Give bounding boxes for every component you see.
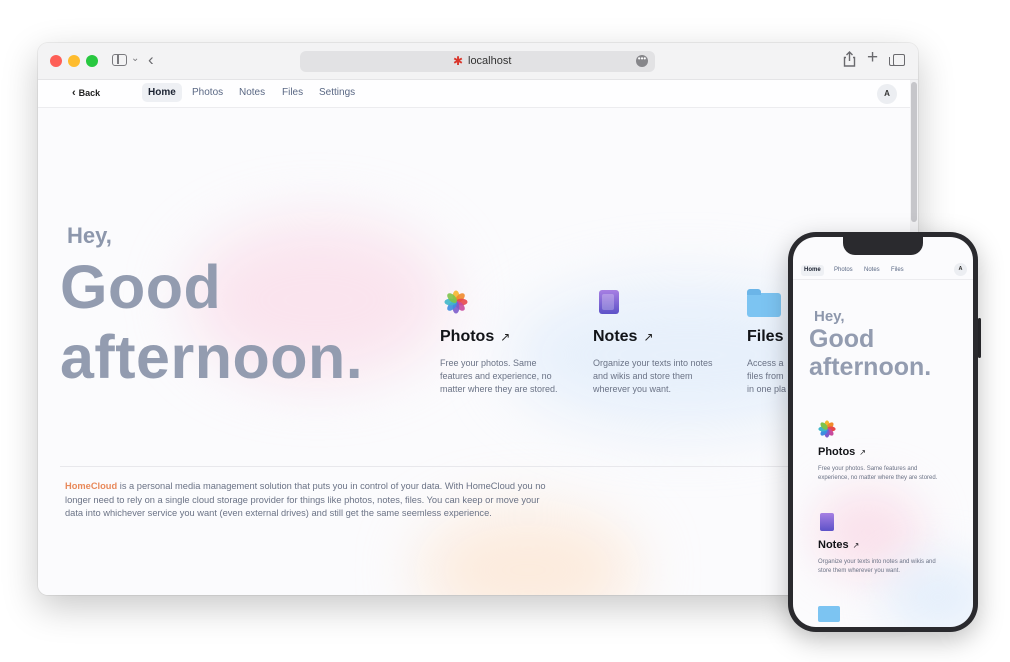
url-text: localhost bbox=[468, 55, 512, 67]
app-navbar: ‹ Back Home Photos Notes Files Settings A bbox=[38, 80, 910, 108]
greeting-title: Good afternoon. bbox=[60, 252, 363, 392]
sidebar-toggle-icon[interactable] bbox=[112, 54, 127, 66]
tab-photos[interactable]: Photos bbox=[186, 83, 229, 102]
page-menu-icon[interactable]: ••• bbox=[636, 55, 648, 67]
about-body: is a personal media management solution … bbox=[65, 481, 546, 519]
phone-greeting-line-2: afternoon. bbox=[809, 353, 932, 381]
browser-back-icon[interactable]: ‹ bbox=[148, 50, 154, 70]
avatar[interactable]: A bbox=[877, 84, 897, 104]
phone-greeting-title: Good afternoon. bbox=[809, 325, 931, 381]
browser-window: ⌄ ‹ ✱ localhost ••• + ‹ Back Home Photos … bbox=[38, 43, 918, 595]
zoom-window-button[interactable] bbox=[86, 55, 98, 67]
phone-tab-home[interactable]: Home bbox=[801, 265, 824, 276]
greeting-line-1: Good bbox=[60, 253, 222, 321]
about-text: HomeCloud is a personal media management… bbox=[65, 480, 560, 521]
phone-notes-title-text: Notes bbox=[818, 539, 849, 551]
tab-home[interactable]: Home bbox=[142, 83, 182, 102]
phone-notch bbox=[843, 237, 923, 255]
section-divider bbox=[60, 466, 910, 467]
notes-icon bbox=[820, 513, 834, 531]
page-viewport: ‹ Back Home Photos Notes Files Settings A… bbox=[38, 80, 918, 595]
photos-title-text: Photos bbox=[440, 328, 495, 345]
back-button[interactable]: ‹ Back bbox=[72, 87, 100, 99]
tab-settings[interactable]: Settings bbox=[313, 83, 361, 102]
photos-icon bbox=[818, 420, 836, 438]
phone-avatar[interactable]: A bbox=[954, 263, 967, 276]
browser-toolbar: ⌄ ‹ ✱ localhost ••• + bbox=[38, 43, 918, 80]
notes-card-title: Notes ↗ bbox=[593, 328, 654, 346]
arrow-up-right-icon: ↗ bbox=[500, 330, 511, 344]
folder-icon bbox=[818, 606, 840, 622]
phone-notes-title: Notes ↗ bbox=[818, 539, 859, 551]
greeting-hey: Hey, bbox=[67, 223, 112, 248]
notes-title-text: Notes bbox=[593, 328, 638, 345]
phone-greeting-line-1: Good bbox=[809, 325, 875, 353]
arrow-up-right-icon: ↗ bbox=[859, 448, 866, 457]
greeting-line-2: afternoon. bbox=[60, 323, 364, 391]
notes-icon bbox=[599, 290, 619, 314]
favicon-icon: ✱ bbox=[453, 54, 464, 68]
minimize-window-button[interactable] bbox=[68, 55, 80, 67]
phone-photos-title: Photos ↗ bbox=[818, 446, 866, 458]
phone-tab-photos[interactable]: Photos bbox=[831, 265, 856, 276]
new-tab-icon[interactable]: + bbox=[867, 47, 878, 69]
scrollbar-thumb[interactable] bbox=[911, 82, 917, 222]
phone-greeting-hey: Hey, bbox=[814, 308, 845, 325]
back-label: Back bbox=[78, 88, 101, 98]
photos-card-title: Photos ↗ bbox=[440, 328, 510, 346]
notes-card-description: Organize your texts into notes and wikis… bbox=[593, 358, 713, 394]
brand-name: HomeCloud bbox=[65, 481, 118, 491]
chevron-left-icon: ‹ bbox=[72, 87, 76, 99]
arrow-up-right-icon: ↗ bbox=[643, 330, 654, 344]
phone-screen: Home Photos Notes Files A Hey, Good afte… bbox=[793, 237, 973, 627]
folder-icon bbox=[747, 289, 781, 317]
phone-mockup: Home Photos Notes Files A Hey, Good afte… bbox=[788, 232, 978, 632]
tab-files[interactable]: Files bbox=[276, 83, 309, 102]
phone-photos-title-text: Photos bbox=[818, 446, 856, 458]
background-glow bbox=[418, 510, 638, 595]
phone-notes-description: Organize your texts into notes and wikis… bbox=[818, 559, 936, 574]
phone-side-button bbox=[978, 318, 981, 358]
tab-overview-icon[interactable] bbox=[889, 54, 905, 66]
phone-photos-description: Free your photos. Same features and expe… bbox=[818, 466, 938, 481]
phone-tab-files[interactable]: Files bbox=[888, 265, 907, 276]
photos-card-description: Free your photos. Same features and expe… bbox=[440, 358, 558, 394]
chevron-down-icon[interactable]: ⌄ bbox=[131, 53, 139, 64]
files-card-title: Files bbox=[747, 328, 783, 346]
close-window-button[interactable] bbox=[50, 55, 62, 67]
files-title-text: Files bbox=[747, 328, 784, 345]
phone-tab-notes[interactable]: Notes bbox=[861, 265, 883, 276]
share-icon[interactable] bbox=[843, 51, 856, 70]
address-bar[interactable]: ✱ localhost ••• bbox=[300, 51, 655, 72]
arrow-up-right-icon: ↗ bbox=[852, 541, 860, 550]
photos-icon bbox=[444, 290, 468, 314]
tab-notes[interactable]: Notes bbox=[233, 83, 271, 102]
phone-navbar: Home Photos Notes Files bbox=[793, 261, 973, 280]
